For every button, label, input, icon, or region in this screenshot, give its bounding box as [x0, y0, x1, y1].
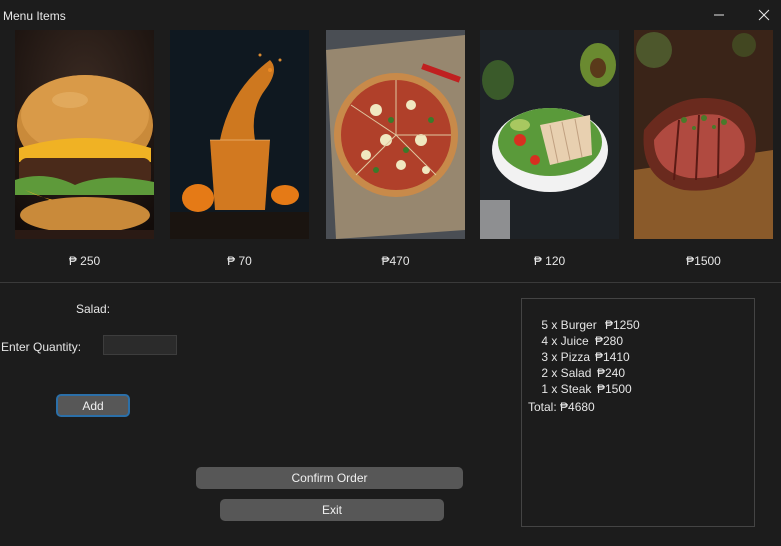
- order-item: 1 x Steak: [541, 382, 592, 396]
- window-title: Menu Items: [3, 9, 66, 23]
- quantity-label: Enter Quantity:: [1, 340, 82, 354]
- quantity-input[interactable]: [103, 335, 177, 355]
- steak-photo-icon: [634, 30, 773, 239]
- juice-image[interactable]: [170, 30, 309, 239]
- salad-photo-icon: [480, 30, 619, 239]
- order-amount: ₱240: [597, 366, 626, 380]
- burger-image[interactable]: [15, 30, 154, 239]
- minimize-button[interactable]: [699, 0, 739, 30]
- title-bar: Menu Items: [0, 0, 781, 30]
- order-total: Total: ₱4680: [528, 400, 595, 414]
- juice-price: ₱ 70: [227, 254, 252, 268]
- close-button[interactable]: [744, 0, 781, 30]
- selected-item-label: Salad:: [76, 302, 111, 316]
- order-amount: ₱1250: [605, 318, 640, 332]
- order-summary: 5 x Burger ₱1250 4 x Juice ₱280 3 x Pizza ₱…: [521, 298, 755, 527]
- pizza-photo-icon: [326, 30, 465, 239]
- close-icon: [758, 9, 770, 21]
- order-amount: ₱1410: [595, 350, 630, 364]
- salad-image[interactable]: [480, 30, 619, 239]
- confirm-order-button[interactable]: Confirm Order: [196, 467, 463, 489]
- steak-image[interactable]: [634, 30, 773, 239]
- salad-price: ₱ 120: [533, 254, 566, 268]
- burger-photo-icon: [15, 30, 154, 239]
- add-button[interactable]: Add: [56, 394, 130, 417]
- order-amount: ₱280: [595, 334, 624, 348]
- juice-photo-icon: [170, 30, 309, 239]
- pizza-image[interactable]: [326, 30, 465, 239]
- pizza-price: ₱470: [381, 254, 410, 268]
- order-amount: ₱1500: [597, 382, 632, 396]
- minimize-icon: [714, 14, 724, 16]
- burger-price: ₱ 250: [68, 254, 101, 268]
- divider: [0, 282, 781, 283]
- exit-button[interactable]: Exit: [220, 499, 444, 521]
- steak-price: ₱1500: [686, 254, 721, 268]
